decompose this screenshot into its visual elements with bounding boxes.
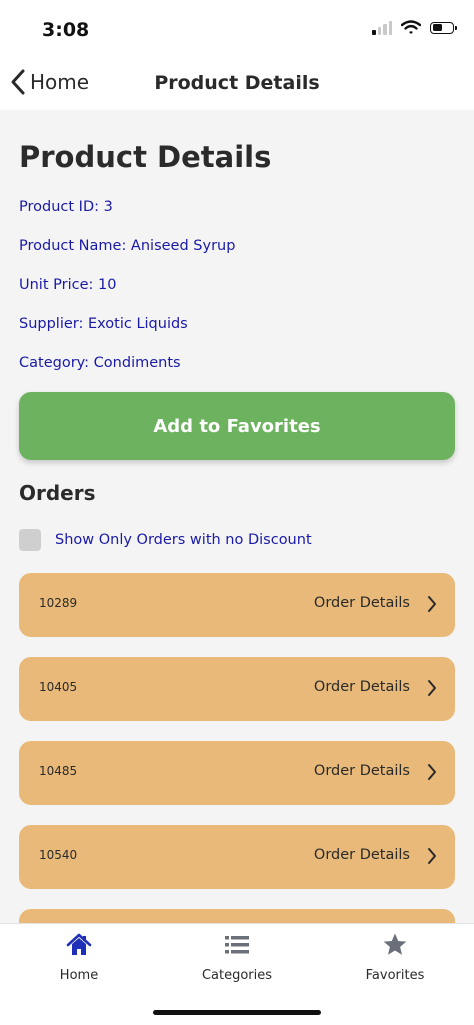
chevron-right-icon xyxy=(428,848,436,864)
add-to-favorites-button[interactable]: Add to Favorites xyxy=(19,392,455,460)
order-id: 10289 xyxy=(39,596,78,610)
page-title: Product Details xyxy=(19,140,272,174)
product-id-text: Product ID: 3 xyxy=(19,199,113,215)
order-row[interactable]: 10485 Order Details xyxy=(19,741,455,805)
cellular-signal-icon xyxy=(372,20,392,35)
status-bar: 3:08 xyxy=(0,0,474,56)
no-discount-filter[interactable]: Show Only Orders with no Discount xyxy=(19,529,312,551)
no-discount-checkbox[interactable] xyxy=(19,529,41,551)
battery-icon xyxy=(430,21,457,34)
wifi-icon xyxy=(401,20,421,34)
tab-categories-label: Categories xyxy=(201,968,273,983)
orders-heading: Orders xyxy=(19,481,96,505)
order-details-link[interactable]: Order Details xyxy=(314,763,410,779)
order-details-link[interactable]: Order Details xyxy=(314,595,410,611)
chevron-right-icon xyxy=(428,680,436,696)
order-row[interactable]: 10289 Order Details xyxy=(19,573,455,637)
status-icons xyxy=(372,20,457,35)
category-text: Category: Condiments xyxy=(19,355,181,371)
order-id: 10485 xyxy=(39,764,78,778)
list-icon xyxy=(225,936,249,954)
tab-categories[interactable]: Categories xyxy=(158,932,316,983)
order-row[interactable]: 10405 Order Details xyxy=(19,657,455,721)
navigation-bar: Home Product Details xyxy=(0,56,474,110)
chevron-right-icon xyxy=(428,764,436,780)
tab-favorites-label: Favorites xyxy=(365,968,425,983)
status-time: 3:08 xyxy=(42,19,90,41)
home-icon xyxy=(66,933,92,955)
star-icon xyxy=(383,933,407,955)
no-discount-filter-label[interactable]: Show Only Orders with no Discount xyxy=(55,532,312,548)
tab-favorites[interactable]: Favorites xyxy=(316,932,474,983)
supplier-text: Supplier: Exotic Liquids xyxy=(19,316,188,332)
product-name-text: Product Name: Aniseed Syrup xyxy=(19,238,236,254)
home-indicator xyxy=(153,1010,321,1015)
order-row-partial[interactable] xyxy=(19,909,455,923)
order-details-link[interactable]: Order Details xyxy=(314,847,410,863)
order-id: 10405 xyxy=(39,680,78,694)
tab-bar: Home Categories Favorites xyxy=(0,923,474,1025)
order-row[interactable]: 10540 Order Details xyxy=(19,825,455,889)
nav-title: Product Details xyxy=(154,72,320,94)
tab-home[interactable]: Home xyxy=(0,932,158,983)
chevron-right-icon xyxy=(428,596,436,612)
order-id: 10540 xyxy=(39,848,78,862)
product-details-content[interactable]: Product Details Product ID: 3 Product Na… xyxy=(0,110,474,923)
order-details-link[interactable]: Order Details xyxy=(314,679,410,695)
tab-home-label: Home xyxy=(59,968,99,983)
unit-price-text: Unit Price: 10 xyxy=(19,277,117,293)
